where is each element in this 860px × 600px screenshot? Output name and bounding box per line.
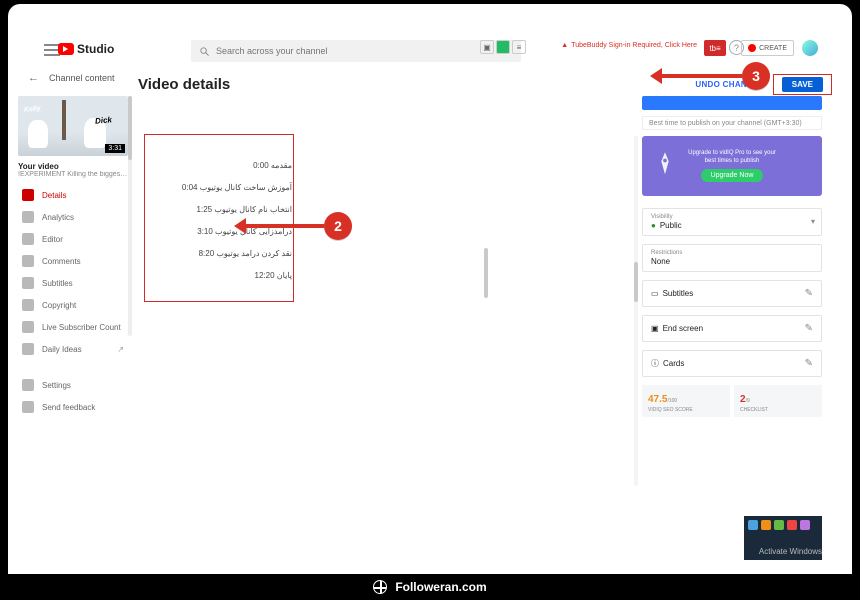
- sidebar-item-analytics[interactable]: Analytics: [18, 206, 128, 228]
- cards-card[interactable]: ⓘ Cards ✎: [642, 350, 822, 377]
- edit-icon[interactable]: ✎: [805, 358, 813, 369]
- chapters-list: مقدمه 0:00 آموزش ساخت کانال یوتیوب 0:04 …: [152, 148, 292, 293]
- right-scrollbar-track: [634, 136, 638, 486]
- restrictions-value: None: [651, 257, 813, 266]
- edit-icon[interactable]: ✎: [805, 323, 813, 334]
- thumb-text-1: Kelly: [24, 105, 41, 114]
- chapter-row[interactable]: درآمدزایی کانال یوتیوب 3:10: [152, 227, 292, 236]
- sidebar-item-feedback[interactable]: Send feedback: [18, 396, 128, 418]
- live-icon: [22, 321, 34, 333]
- back-arrow-icon: ←: [28, 72, 39, 84]
- thumb-text-2: Dick: [95, 115, 113, 125]
- account-avatar[interactable]: [802, 40, 818, 56]
- checklist-score[interactable]: 2/9 CHECKLIST: [734, 385, 822, 417]
- endscreen-card[interactable]: ▣ End screen ✎: [642, 315, 822, 342]
- chapter-row[interactable]: آموزش ساخت کانال یوتیوب 0:04: [152, 183, 292, 192]
- search-icon: [199, 46, 210, 57]
- sidebar-item-comments[interactable]: Comments: [18, 250, 128, 272]
- header-tool-3[interactable]: ≡: [512, 40, 526, 54]
- sidebar-item-livesubcount[interactable]: Live Subscriber Count: [18, 316, 128, 338]
- restrictions-label: Restrictions: [651, 250, 813, 256]
- back-to-channel[interactable]: ← Channel content: [28, 72, 115, 84]
- annotation-arrow-3: [660, 74, 742, 78]
- cards-label: Cards: [663, 359, 684, 368]
- video-duration: 3:31: [105, 144, 125, 153]
- header-tool-1[interactable]: ▣: [480, 40, 494, 54]
- your-video-heading: Your video: [18, 162, 128, 171]
- rocket-icon: [654, 152, 676, 180]
- editor-icon: [22, 233, 34, 245]
- sidebar-item-dailyideas[interactable]: Daily Ideas ↗: [18, 338, 128, 360]
- visibility-label: Visibility: [651, 214, 813, 220]
- create-button[interactable]: CREATE: [741, 40, 794, 56]
- seo-score[interactable]: 47.5/100 VIDIQ SEO SCORE: [642, 385, 730, 417]
- back-label: Channel content: [49, 73, 115, 83]
- visibility-card[interactable]: Visibility ●Public ▾: [642, 208, 822, 236]
- external-link-icon: ↗: [117, 345, 124, 354]
- chapter-row[interactable]: نقد کردن درامد یوتیوب 8:20: [152, 249, 292, 258]
- progress-bar: [642, 96, 822, 110]
- copyright-icon: [22, 299, 34, 311]
- description-editor[interactable]: مقدمه 0:00 آموزش ساخت کانال یوتیوب 0:04 …: [138, 102, 478, 566]
- subtitles-label: Subtitles: [663, 289, 694, 298]
- search-input[interactable]: [216, 46, 476, 56]
- page-title: Video details: [138, 76, 230, 93]
- search-bar[interactable]: [191, 40, 521, 62]
- page-footer: Followeran.com: [0, 574, 860, 600]
- chapter-row[interactable]: انتخاب نام کانال یوتیوب 1:25: [152, 205, 292, 214]
- studio-logo[interactable]: Studio: [58, 42, 114, 56]
- video-thumbnail[interactable]: Kelly Dick 3:31: [18, 96, 128, 156]
- gear-icon: [22, 379, 34, 391]
- chapter-row[interactable]: مقدمه 0:00: [152, 161, 292, 170]
- footer-text: Followeran.com: [395, 580, 486, 594]
- chapter-row[interactable]: پایان 12:20: [152, 271, 292, 280]
- endscreen-label: End screen: [663, 324, 703, 333]
- subtitles-icon: [22, 277, 34, 289]
- sidebar-item-copyright[interactable]: Copyright: [18, 294, 128, 316]
- youtube-play-icon: [58, 43, 74, 55]
- subtitles-card[interactable]: ▭ Subtitles ✎: [642, 280, 822, 307]
- tubebuddy-button[interactable]: tb≡: [704, 40, 726, 56]
- edit-icon[interactable]: ✎: [805, 288, 813, 299]
- vidiq-promo[interactable]: Upgrade to vidIQ Pro to see your best ti…: [642, 136, 822, 196]
- globe-icon: [373, 580, 387, 594]
- vidiq-scores: 47.5/100 VIDIQ SEO SCORE 2/9 CHECKLIST: [642, 385, 822, 417]
- video-title: !EXPERIMENT Killing the biggest sn...: [18, 171, 128, 178]
- annotation-arrow-2: [244, 224, 324, 228]
- comments-icon: [22, 255, 34, 267]
- best-time-label: Best time to publish on your channel (GM…: [642, 116, 822, 130]
- restrictions-card: Restrictions None: [642, 244, 822, 272]
- annotation-2: 2: [324, 212, 352, 240]
- header-tool-2[interactable]: [496, 40, 510, 54]
- editor-scrollbar[interactable]: [484, 248, 488, 298]
- upgrade-now-button[interactable]: Upgrade Now: [701, 169, 764, 182]
- tubebuddy-warning[interactable]: TubeBuddy Sign-in Required, Click Here: [561, 42, 697, 49]
- promo-text: Upgrade to vidIQ Pro to see your best ti…: [682, 150, 782, 166]
- sidebar-item-settings[interactable]: Settings: [18, 374, 128, 396]
- sidebar-item-editor[interactable]: Editor: [18, 228, 128, 250]
- analytics-icon: [22, 211, 34, 223]
- sidebar-item-details[interactable]: Details: [18, 184, 128, 206]
- right-scrollbar-thumb[interactable]: [634, 262, 638, 302]
- pencil-icon: [22, 189, 34, 201]
- feedback-icon: [22, 401, 34, 413]
- chevron-down-icon: ▾: [811, 217, 815, 226]
- visibility-value: Public: [660, 221, 682, 230]
- save-highlight: SAVE: [773, 74, 832, 95]
- annotation-3: 3: [742, 62, 770, 90]
- windows-watermark: Activate Windows: [759, 547, 822, 556]
- ideas-icon: [22, 343, 34, 355]
- sidebar-scrollbar-thumb[interactable]: [128, 96, 132, 160]
- brand-name: Studio: [77, 42, 114, 56]
- save-button[interactable]: SAVE: [782, 77, 823, 92]
- sidebar-item-subtitles[interactable]: Subtitles: [18, 272, 128, 294]
